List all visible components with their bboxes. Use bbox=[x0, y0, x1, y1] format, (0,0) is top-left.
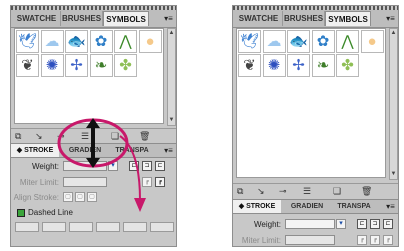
stroke-menu-icon[interactable]: ▾≡ bbox=[385, 201, 396, 212]
symbol-swatch[interactable]: ⋀ bbox=[336, 30, 359, 53]
projecting-cap-button[interactable]: ⊏ bbox=[383, 219, 393, 229]
weight-label: Weight: bbox=[254, 220, 281, 229]
tab-symbols[interactable]: SYMBOLS bbox=[325, 11, 371, 26]
symbol-swatch[interactable]: ❧ bbox=[311, 54, 335, 77]
panel-menu-icon[interactable]: ▾≡ bbox=[385, 13, 396, 24]
round-join-button[interactable]: ┏ bbox=[370, 235, 380, 245]
symbol-swatch[interactable]: 🐟 bbox=[287, 30, 310, 53]
bird-icon: 🕊 bbox=[239, 33, 260, 50]
symbol-swatch[interactable]: ☁ bbox=[262, 30, 286, 53]
place-symbol-icon[interactable]: ↘ bbox=[257, 186, 265, 196]
delete-icon[interactable]: 🗑 bbox=[361, 186, 372, 196]
stroke-tab-bar: ◆ STROKE GRADIEN TRANSPA ▾≡ bbox=[233, 199, 398, 214]
symbol-swatch[interactable]: ✢ bbox=[287, 54, 310, 77]
tab-transparency[interactable]: TRANSPA bbox=[331, 200, 377, 213]
weight-dropdown[interactable]: ▾ bbox=[336, 219, 346, 229]
tab-bar: SWATCHE BRUSHES SYMBOLS ▾≡ bbox=[233, 10, 398, 28]
weight-field[interactable] bbox=[285, 219, 335, 229]
scroll-up-icon[interactable]: ▲ bbox=[390, 30, 397, 37]
symbol-swatch[interactable]: ✤ bbox=[336, 54, 359, 77]
leaf-stem-icon: ❧ bbox=[316, 57, 330, 74]
drag-down-arrow-icon bbox=[119, 135, 141, 201]
tab-gradient[interactable]: GRADIEN bbox=[285, 200, 329, 213]
bevel-join-button[interactable]: ┏ bbox=[383, 235, 393, 245]
symbol-swatch[interactable]: ● bbox=[360, 30, 384, 53]
library-icon[interactable]: ⧉ bbox=[237, 186, 243, 196]
blue-flower-icon: ✺ bbox=[267, 57, 281, 74]
symbol-toolbar: ⧉ ↘ ⊸ ☰ ❏ 🗑 bbox=[233, 183, 398, 198]
leaf-icon: ❦ bbox=[243, 57, 256, 74]
scroll-down-icon[interactable]: ▼ bbox=[390, 171, 397, 178]
butt-cap-button[interactable]: ⊏ bbox=[357, 219, 367, 229]
clover-icon: ✤ bbox=[341, 57, 354, 74]
symbol-swatch[interactable]: 🕊 bbox=[238, 30, 261, 53]
round-cap-button[interactable]: ⊐ bbox=[370, 219, 380, 229]
grass-icon: ⋀ bbox=[341, 33, 354, 50]
symbol-swatch[interactable]: ✺ bbox=[262, 54, 286, 77]
miter-join-button[interactable]: ┏ bbox=[357, 235, 367, 245]
tab-stroke[interactable]: ◆ STROKE bbox=[233, 200, 281, 213]
symbol-swatch[interactable]: ❦ bbox=[238, 54, 261, 77]
miter-field[interactable] bbox=[285, 235, 335, 245]
pinwheel-icon: ✢ bbox=[292, 57, 305, 74]
cloud-icon: ☁ bbox=[266, 33, 282, 50]
symbol-grid: 🕊 ☁ 🐟 ✿ ⋀ ● ❦ ✺ ✢ ❧ ✤ bbox=[236, 28, 386, 178]
sun-icon: ● bbox=[367, 33, 377, 50]
symbol-swatch[interactable]: ✿ bbox=[311, 30, 335, 53]
new-symbol-icon[interactable]: ❏ bbox=[333, 186, 341, 196]
miter-label: Miter Limit: bbox=[241, 236, 281, 245]
flower-icon: ✿ bbox=[316, 33, 330, 50]
symbol-options-icon[interactable]: ☰ bbox=[303, 186, 311, 196]
panel-after: SWATCHE BRUSHES SYMBOLS ▾≡ 🕊 ☁ 🐟 ✿ ⋀ ● ❦ ✺ ✢ ❧ ✤ ▲… bbox=[232, 5, 399, 247]
tab-swatches[interactable]: SWATCHE bbox=[235, 11, 283, 26]
scrollbar[interactable]: ▲ ▼ bbox=[389, 28, 398, 180]
tab-brushes[interactable]: BRUSHES bbox=[283, 11, 325, 26]
fish-icon: 🐟 bbox=[289, 33, 308, 50]
break-link-icon[interactable]: ⊸ bbox=[279, 186, 287, 196]
